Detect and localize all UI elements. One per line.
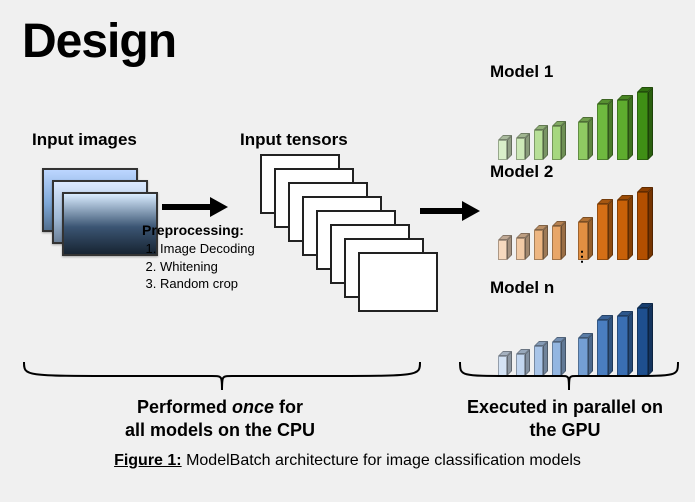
preprocessing-steps: Image Decoding Whitening Random crop [160, 240, 255, 293]
preprocessing-step: Random crop [160, 275, 255, 293]
preprocessing-step: Image Decoding [160, 240, 255, 258]
model-1-bars: … [498, 70, 653, 160]
input-image-stack [42, 168, 152, 258]
model-bar [637, 87, 653, 160]
model-bar [552, 121, 566, 160]
model-bar [578, 117, 593, 160]
model-2-bars: … [498, 170, 653, 260]
model-bar [498, 235, 512, 260]
text: Executed in parallel on [467, 397, 663, 417]
model-bar [498, 135, 512, 160]
label-input-images: Input images [32, 130, 137, 150]
text: all models on the CPU [125, 420, 315, 440]
tensor [358, 252, 438, 312]
brace-left [22, 360, 422, 394]
page-title: Design [22, 14, 176, 69]
preprocessing-block: Preprocessing: Image Decoding Whitening … [142, 222, 255, 293]
figure-label: Figure 1: [114, 452, 182, 469]
model-bar [534, 125, 548, 160]
model-bar [516, 233, 530, 260]
text: for [274, 397, 303, 417]
vertical-ellipsis: ⋮ [575, 248, 591, 265]
preprocessing-header: Preprocessing: [142, 222, 255, 238]
model-bar [534, 225, 548, 260]
text: Performed [137, 397, 232, 417]
model-bar [617, 195, 633, 260]
arrow-preprocess [162, 196, 228, 218]
preprocessing-step: Whitening [160, 258, 255, 276]
model-bar [637, 187, 653, 260]
model-bar [617, 95, 633, 160]
model-bar [597, 199, 613, 260]
tensor-stack [260, 154, 440, 334]
text-em: once [232, 397, 274, 417]
model-bar [597, 99, 613, 160]
arrow-to-models [420, 200, 480, 222]
model-bar [516, 133, 530, 160]
bottom-label-gpu: Executed in parallel on the GPU [450, 396, 680, 443]
text: the GPU [529, 420, 600, 440]
label-input-tensors: Input tensors [240, 130, 348, 150]
figure-caption: Figure 1: ModelBatch architecture for im… [0, 452, 695, 470]
brace-right [458, 360, 680, 394]
model-bar [552, 221, 566, 260]
bottom-label-cpu: Performed once for all models on the CPU [80, 396, 360, 443]
figure-text: ModelBatch architecture for image classi… [182, 452, 581, 469]
